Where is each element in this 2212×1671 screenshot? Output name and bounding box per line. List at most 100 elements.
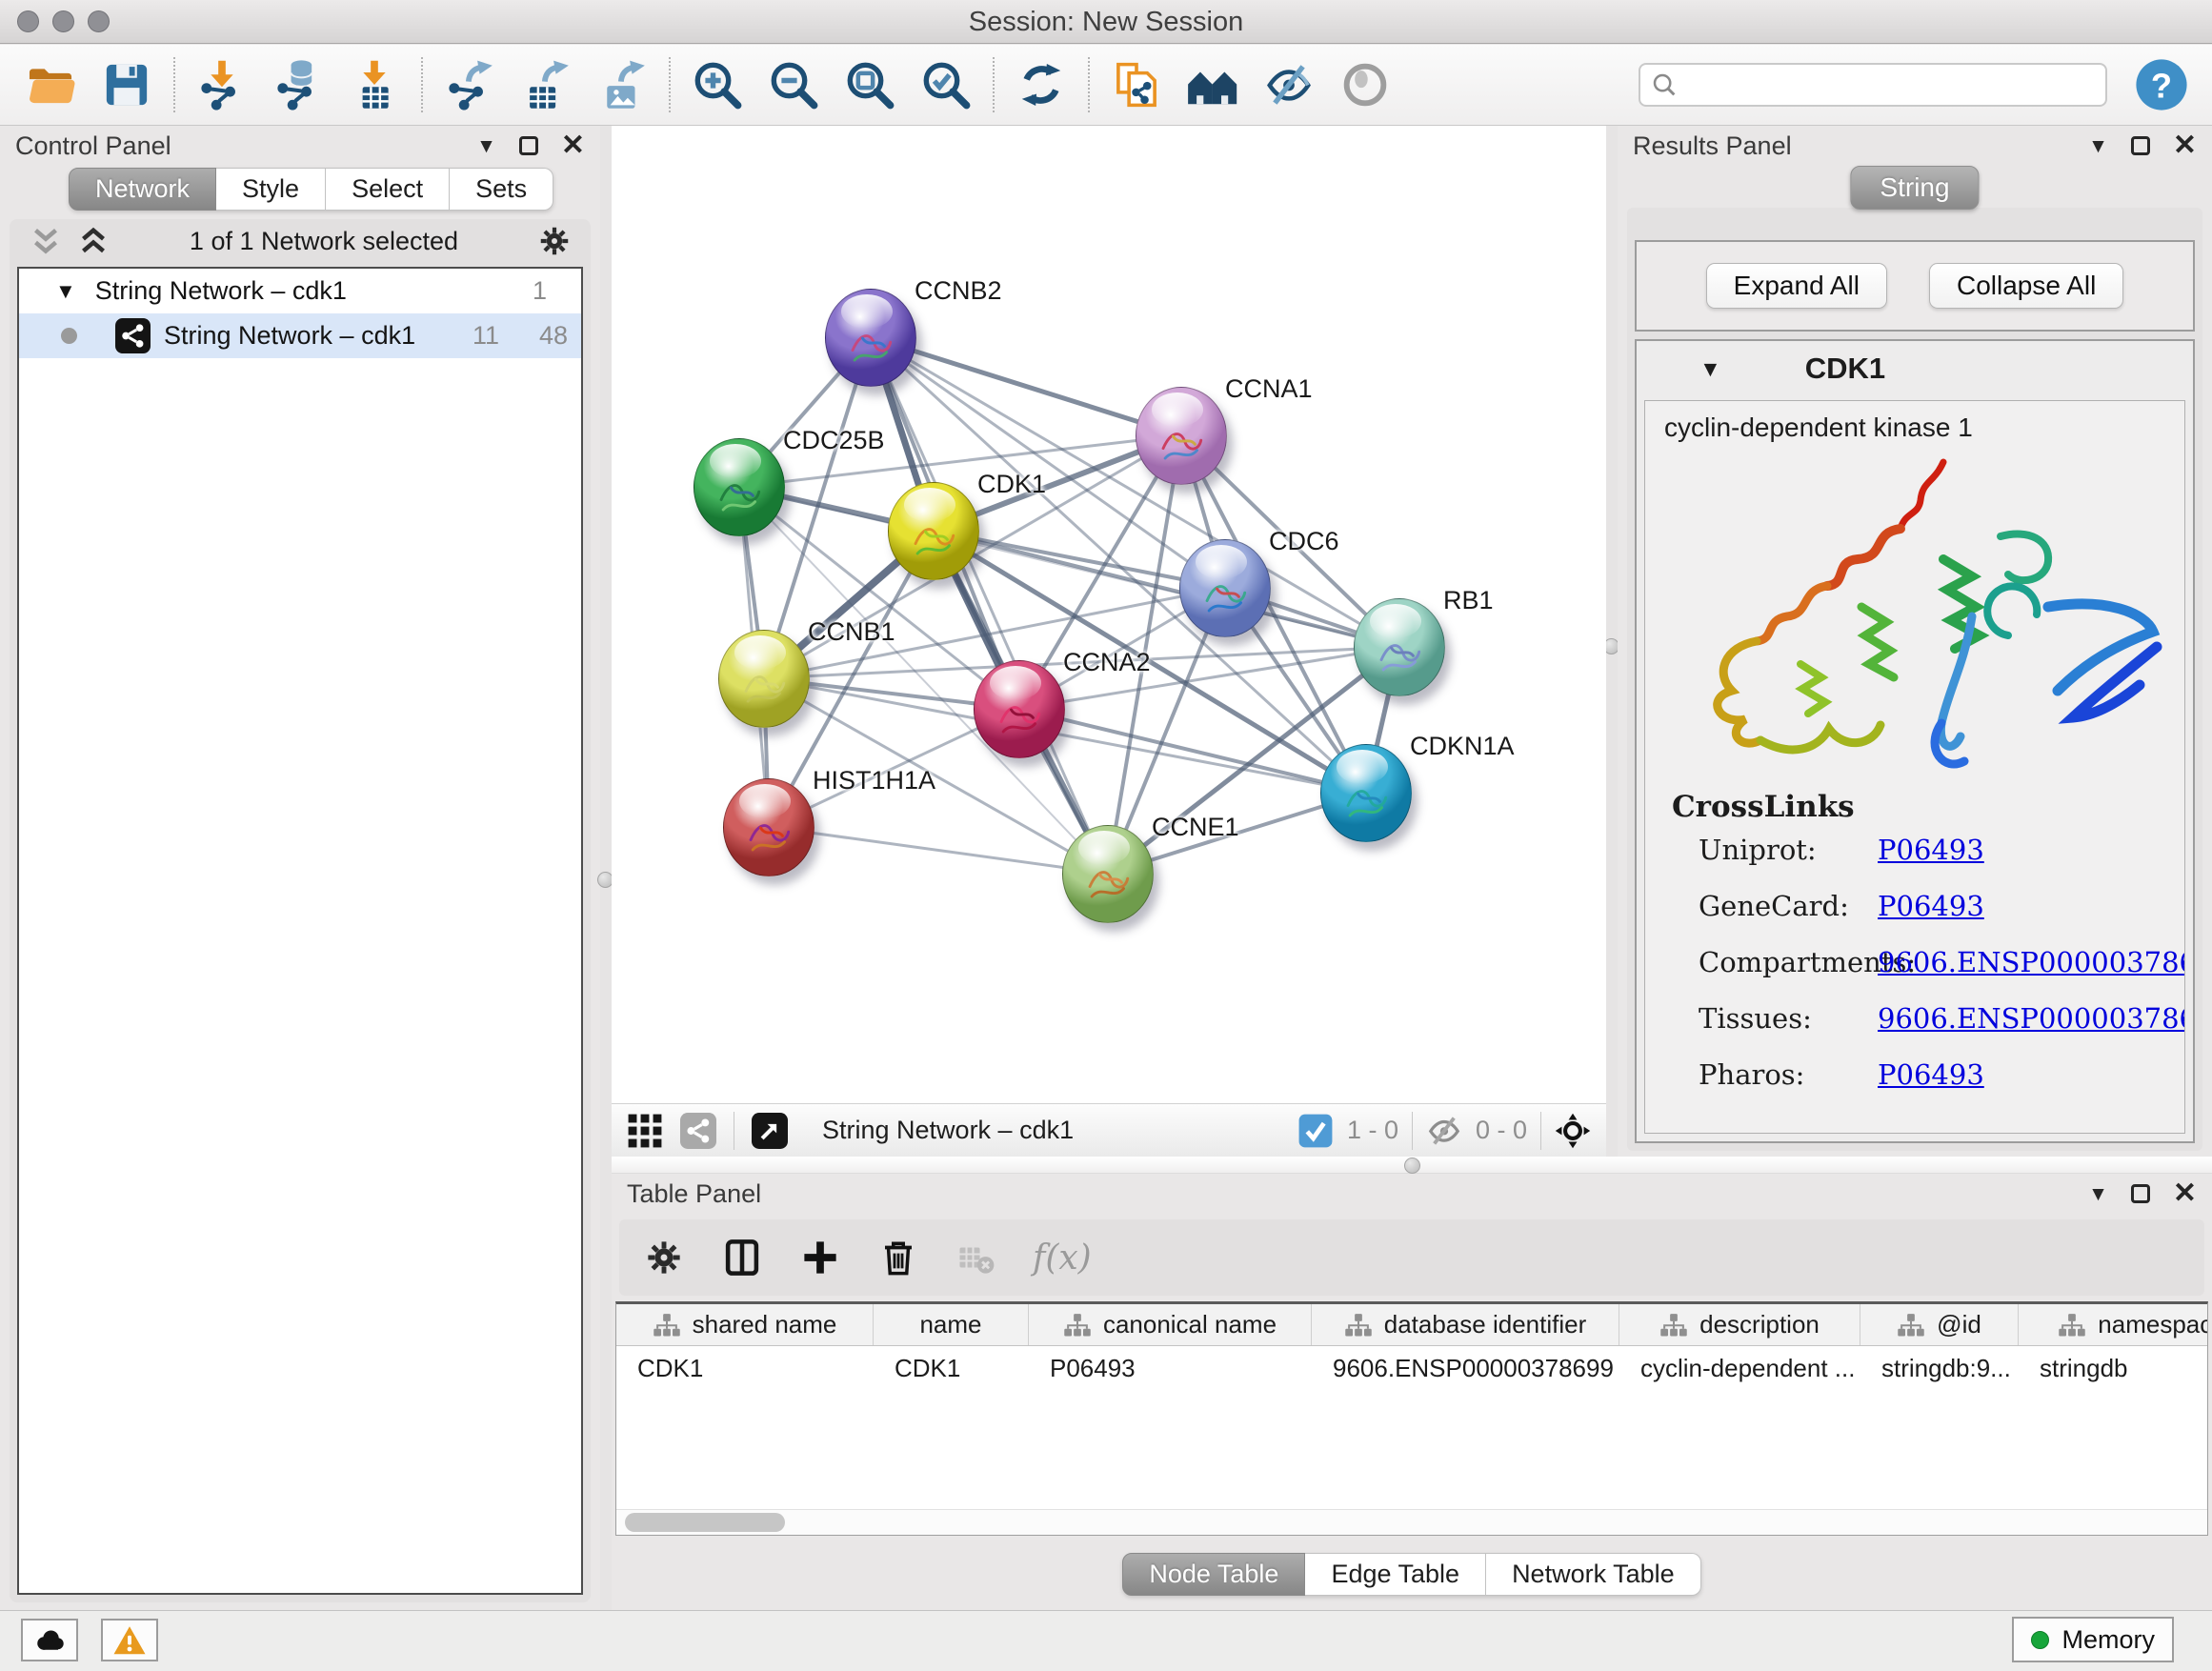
export-table-button[interactable] [513,52,579,117]
import-network-from-database-button[interactable] [265,52,332,117]
import-table-from-file-button[interactable] [341,52,408,117]
warning-status-button[interactable] [101,1619,158,1661]
update-view-button[interactable] [1008,52,1075,117]
table-panel-float-icon[interactable] [2131,1184,2150,1203]
crosslink-value-link[interactable]: P06493 [1878,890,1984,922]
left-splitter[interactable] [600,126,612,1610]
network-edge-ccna2-cdkn1a[interactable] [1019,709,1366,793]
network-node-cdc6[interactable] [1179,539,1271,637]
tab-network[interactable]: Network [69,168,216,211]
control-panel-close-icon[interactable]: ✕ [561,131,585,160]
help-button[interactable]: ? [2134,57,2189,112]
column-header-namespace[interactable]: namespace [2019,1304,2208,1345]
table-cell[interactable]: CDK1 [616,1354,874,1383]
delete-table-icon [955,1236,998,1279]
table-cell[interactable]: cyclin-dependent ... [1619,1354,1860,1383]
column-header-database-identifier[interactable]: database identifier [1312,1304,1619,1345]
tab-sets[interactable]: Sets [450,168,553,211]
table-row[interactable]: CDK1CDK1P064939606.ENSP00000378699cyclin… [616,1346,2207,1390]
horizontal-splitter[interactable] [612,1157,2212,1174]
collapse-all-button[interactable]: Collapse All [1929,263,2123,309]
table-options-gear-icon[interactable] [642,1236,686,1279]
crosslink-value-link[interactable]: P06493 [1878,1058,1984,1091]
first-neighbors-button[interactable] [1179,52,1246,117]
network-node-ccnb2[interactable] [825,289,916,387]
network-node-rb1[interactable] [1354,598,1445,696]
right-splitter[interactable] [1606,126,1618,1157]
column-header-description[interactable]: description [1619,1304,1860,1345]
show-all-button[interactable] [1332,52,1398,117]
network-canvas[interactable]: CCNB2CCNA1CDC25BCDK1CDC6RB1CCNB1CCNA2CDK… [612,126,1606,1103]
table-horizontal-scrollbar[interactable] [616,1509,2207,1535]
table-cell[interactable]: stringdb [2019,1354,2208,1383]
collapse-all-networks-icon[interactable] [29,224,63,258]
expand-all-button[interactable]: Expand All [1706,263,1887,309]
expand-all-networks-icon[interactable] [76,224,111,258]
network-collection-row[interactable]: ▼ String Network – cdk1 1 [19,269,581,313]
crosslink-value-link[interactable]: 9606.ENSP00000378699 [1878,1002,2185,1035]
horizontal-splitter-handle[interactable] [1404,1158,1420,1174]
hide-selection-button[interactable] [1256,52,1322,117]
results-panel-menu-icon[interactable]: ▼ [2088,136,2108,156]
table-cell[interactable]: P06493 [1029,1354,1312,1383]
hidden-eye-slash-icon[interactable] [1426,1113,1462,1149]
tab-string[interactable]: String [1850,166,1979,210]
save-session-button[interactable] [93,52,160,117]
table-panel-close-icon[interactable]: ✕ [2173,1179,2197,1208]
selected-checkbox-icon[interactable] [1297,1113,1334,1149]
tab-edge-table[interactable]: Edge Table [1305,1553,1486,1596]
open-in-new-window-icon[interactable] [752,1113,788,1149]
table-cell[interactable]: stringdb:9... [1860,1354,2019,1383]
network-edge-hist1h1a-ccne1[interactable] [769,827,1108,874]
delete-column-trash-icon[interactable] [876,1236,920,1279]
add-column-icon[interactable] [798,1236,842,1279]
pan-crosshair-icon[interactable] [1555,1113,1591,1149]
network-node-ccnb1[interactable] [718,630,810,728]
control-panel-menu-icon[interactable]: ▼ [476,136,496,156]
export-image-button[interactable] [589,52,655,117]
column-header-shared-name[interactable]: shared name [616,1304,874,1345]
tab-node-table[interactable]: Node Table [1122,1553,1305,1596]
collection-collapse-icon[interactable]: ▼ [55,279,76,304]
search-input[interactable] [1686,70,2096,101]
tab-style[interactable]: Style [216,168,326,211]
network-options-gear-icon[interactable] [537,224,572,258]
zoom-fit-button[interactable] [836,52,903,117]
zoom-selected-button[interactable] [913,52,979,117]
network-node-ccna2[interactable] [974,660,1065,758]
zoom-out-button[interactable] [760,52,827,117]
network-node-cdc25b[interactable] [694,438,785,536]
column-header--id[interactable]: @id [1860,1304,2019,1345]
zoom-in-button[interactable] [684,52,751,117]
open-session-button[interactable] [17,52,84,117]
network-node-ccne1[interactable] [1062,825,1154,923]
network-node-cdk1[interactable] [888,482,979,580]
tab-network-table[interactable]: Network Table [1486,1553,1701,1596]
new-network-from-selection-button[interactable] [1103,52,1170,117]
network-edge-ccnb2-ccna1[interactable] [871,337,1181,435]
column-header-canonical-name[interactable]: canonical name [1029,1304,1312,1345]
table-cell[interactable]: CDK1 [874,1354,1029,1383]
memory-button[interactable]: Memory [2012,1617,2174,1662]
cloud-status-button[interactable] [21,1619,78,1661]
birds-eye-view-icon[interactable] [627,1113,663,1149]
network-node-cdkn1a[interactable] [1320,744,1412,842]
gene-collapse-icon[interactable]: ▼ [1699,356,1721,382]
crosslink-value-link[interactable]: P06493 [1878,834,1984,866]
control-panel-float-icon[interactable] [519,136,538,155]
tab-select[interactable]: Select [326,168,450,211]
column-header-name[interactable]: name [874,1304,1029,1345]
crosslink-value-link[interactable]: 9606.ENSP00000378699 [1878,946,2185,978]
table-panel-menu-icon[interactable]: ▼ [2088,1184,2108,1204]
network-badge-icon[interactable] [680,1113,716,1149]
scrollbar-thumb[interactable] [625,1513,785,1532]
import-network-from-file-button[interactable] [189,52,255,117]
results-panel-close-icon[interactable]: ✕ [2173,131,2197,160]
network-node-ccna1[interactable] [1136,387,1227,485]
table-cell[interactable]: 9606.ENSP00000378699 [1312,1354,1619,1383]
network-row-selected[interactable]: String Network – cdk1 11 48 [19,313,581,358]
export-network-button[interactable] [436,52,503,117]
network-node-hist1h1a[interactable] [723,778,814,876]
results-panel-float-icon[interactable] [2131,136,2150,155]
show-columns-icon[interactable] [720,1236,764,1279]
